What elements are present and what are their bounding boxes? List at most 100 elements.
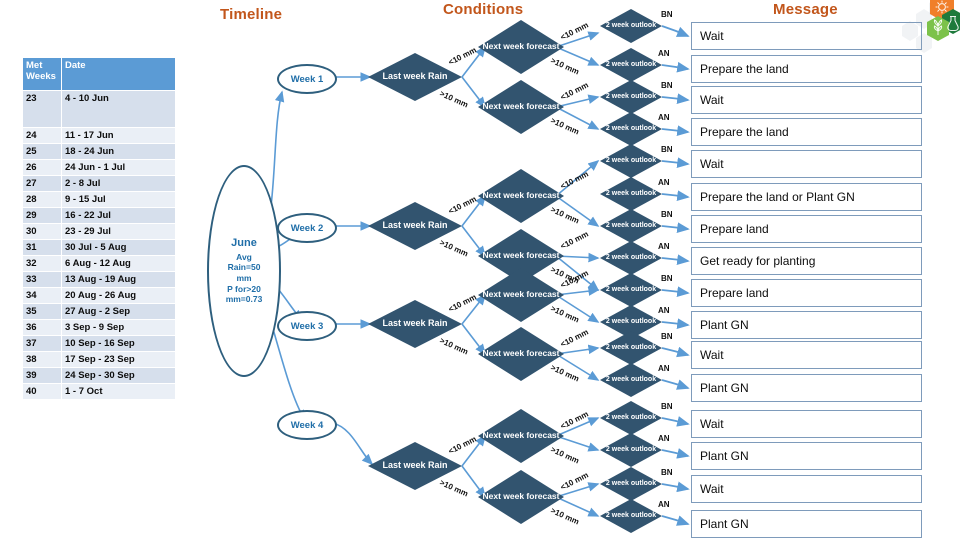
message-box-5-text: Wait xyxy=(700,157,724,171)
outlook-to-message-link-5 xyxy=(661,157,690,169)
edge-label-bn-3: BN xyxy=(661,81,673,90)
next-week-forecast-node-2[interactable]: Next week forecast xyxy=(478,80,564,134)
june-avg-label: Avg xyxy=(236,251,252,262)
two-week-outlook-node-1[interactable]: 2 week outlook xyxy=(600,9,662,43)
edge-label-bn-5: BN xyxy=(661,145,673,154)
two-week-outlook-node-16[interactable]: 2 week outlook xyxy=(600,499,662,533)
two-week-outlook-node-13[interactable]: 2 week outlook xyxy=(600,401,662,435)
next-week-forecast-node-7[interactable]: Next week forecast xyxy=(478,409,564,463)
two-week-outlook-node-2-shape xyxy=(600,48,662,82)
message-box-11-text: Wait xyxy=(700,348,724,362)
next-week-forecast-node-5[interactable]: Next week forecast xyxy=(478,268,564,322)
next-week-forecast-node-3-shape xyxy=(478,169,564,223)
message-box-10[interactable]: Plant GN xyxy=(691,311,922,339)
message-box-2[interactable]: Prepare the land xyxy=(691,55,922,83)
message-box-5[interactable]: Wait xyxy=(691,150,922,178)
outlook-to-message-link-15 xyxy=(661,481,690,493)
edge-label-bn-7: BN xyxy=(661,210,673,219)
edge-label-bn-15: BN xyxy=(661,468,673,477)
two-week-outlook-node-11-shape xyxy=(600,331,662,365)
two-week-outlook-node-9-shape xyxy=(600,273,662,307)
week-oval-1[interactable]: Week 1 xyxy=(277,64,337,94)
two-week-outlook-node-7-shape xyxy=(600,209,662,243)
message-box-3[interactable]: Wait xyxy=(691,86,922,114)
june-climate-node: June Avg Rain=50 mm P for>20 mm=0.73 xyxy=(207,165,281,377)
message-box-12-text: Plant GN xyxy=(700,381,749,395)
next-week-forecast-node-7-shape xyxy=(478,409,564,463)
message-box-6-text: Prepare the land or Plant GN xyxy=(700,190,855,204)
two-week-outlook-node-15-shape xyxy=(600,467,662,501)
two-week-outlook-node-6[interactable]: 2 week outlook xyxy=(600,177,662,211)
message-box-11[interactable]: Wait xyxy=(691,341,922,369)
message-box-16[interactable]: Plant GN xyxy=(691,510,922,538)
outlook-to-message-link-2 xyxy=(661,61,690,73)
edge-label-bn-1: BN xyxy=(661,10,673,19)
edge-label-an-4: AN xyxy=(658,113,670,122)
message-box-4[interactable]: Prepare the land xyxy=(691,118,922,146)
next-week-forecast-node-6[interactable]: Next week forecast xyxy=(478,327,564,381)
next-week-forecast-node-1[interactable]: Next week forecast xyxy=(478,20,564,74)
outlook-to-message-link-11 xyxy=(661,346,690,358)
two-week-outlook-node-1-shape xyxy=(600,9,662,43)
two-week-outlook-node-13-shape xyxy=(600,401,662,435)
message-box-9[interactable]: Prepare land xyxy=(691,279,922,307)
two-week-outlook-node-4[interactable]: 2 week outlook xyxy=(600,112,662,146)
edge-label-an-6: AN xyxy=(658,178,670,187)
two-week-outlook-node-3-shape xyxy=(600,80,662,114)
message-box-4-text: Prepare the land xyxy=(700,125,789,139)
message-box-2-text: Prepare the land xyxy=(700,62,789,76)
two-week-outlook-node-14[interactable]: 2 week outlook xyxy=(600,433,662,467)
message-box-13-text: Wait xyxy=(700,417,724,431)
week-oval-2[interactable]: Week 2 xyxy=(277,213,337,243)
message-box-7[interactable]: Prepare land xyxy=(691,215,922,243)
two-week-outlook-node-3[interactable]: 2 week outlook xyxy=(600,80,662,114)
message-box-15-text: Wait xyxy=(700,482,724,496)
next-week-forecast-node-8-shape xyxy=(478,470,564,524)
june-prob-label: P for>20 xyxy=(227,283,261,294)
two-week-outlook-node-11[interactable]: 2 week outlook xyxy=(600,331,662,365)
two-week-outlook-node-8-shape xyxy=(600,241,662,275)
two-week-outlook-node-15[interactable]: 2 week outlook xyxy=(600,467,662,501)
message-box-10-text: Plant GN xyxy=(700,318,749,332)
week-oval-4[interactable]: Week 4 xyxy=(277,410,337,440)
edge-label-an-10: AN xyxy=(658,306,670,315)
outlook-to-message-link-14 xyxy=(661,448,690,459)
outlook-to-message-link-10 xyxy=(661,318,690,330)
june-title: June xyxy=(231,237,257,250)
outlook-to-message-link-6 xyxy=(661,190,690,202)
next-week-forecast-node-8[interactable]: Next week forecast xyxy=(478,470,564,524)
two-week-outlook-node-5-shape xyxy=(600,144,662,178)
message-box-14[interactable]: Plant GN xyxy=(691,442,922,470)
message-box-13[interactable]: Wait xyxy=(691,410,922,438)
two-week-outlook-node-8[interactable]: 2 week outlook xyxy=(600,241,662,275)
message-box-8-text: Get ready for planting xyxy=(700,254,816,268)
slide-canvas: Timeline Conditions Message Met Weeks Da… xyxy=(0,0,960,540)
edge-label-an-16: AN xyxy=(658,500,670,509)
two-week-outlook-node-6-shape xyxy=(600,177,662,211)
week-oval-2-label: Week 2 xyxy=(290,222,324,234)
next-week-forecast-node-6-shape xyxy=(478,327,564,381)
edge-label-bn-11: BN xyxy=(661,332,673,341)
two-week-outlook-node-12[interactable]: 2 week outlook xyxy=(600,363,662,397)
outlook-to-message-link-9 xyxy=(661,286,690,298)
message-box-1[interactable]: Wait xyxy=(691,22,922,50)
two-week-outlook-node-9[interactable]: 2 week outlook xyxy=(600,273,662,307)
outlook-to-message-link-12 xyxy=(661,379,690,390)
two-week-outlook-node-16-shape xyxy=(600,499,662,533)
two-week-outlook-node-2[interactable]: 2 week outlook xyxy=(600,48,662,82)
message-box-14-text: Plant GN xyxy=(700,449,749,463)
message-box-8[interactable]: Get ready for planting xyxy=(691,247,922,275)
next-week-forecast-node-5-shape xyxy=(478,268,564,322)
message-box-9-text: Prepare land xyxy=(700,286,769,300)
two-week-outlook-node-5[interactable]: 2 week outlook xyxy=(600,144,662,178)
message-box-12[interactable]: Plant GN xyxy=(691,374,922,402)
next-week-forecast-node-3[interactable]: Next week forecast xyxy=(478,169,564,223)
outlook-to-message-link-4 xyxy=(661,125,690,137)
week-oval-3[interactable]: Week 3 xyxy=(277,311,337,341)
outlook-to-message-link-7 xyxy=(661,222,690,234)
message-box-15[interactable]: Wait xyxy=(691,475,922,503)
message-box-6[interactable]: Prepare the land or Plant GN xyxy=(691,183,922,211)
edge-label-an-8: AN xyxy=(658,242,670,251)
two-week-outlook-node-14-shape xyxy=(600,433,662,467)
two-week-outlook-node-7[interactable]: 2 week outlook xyxy=(600,209,662,243)
